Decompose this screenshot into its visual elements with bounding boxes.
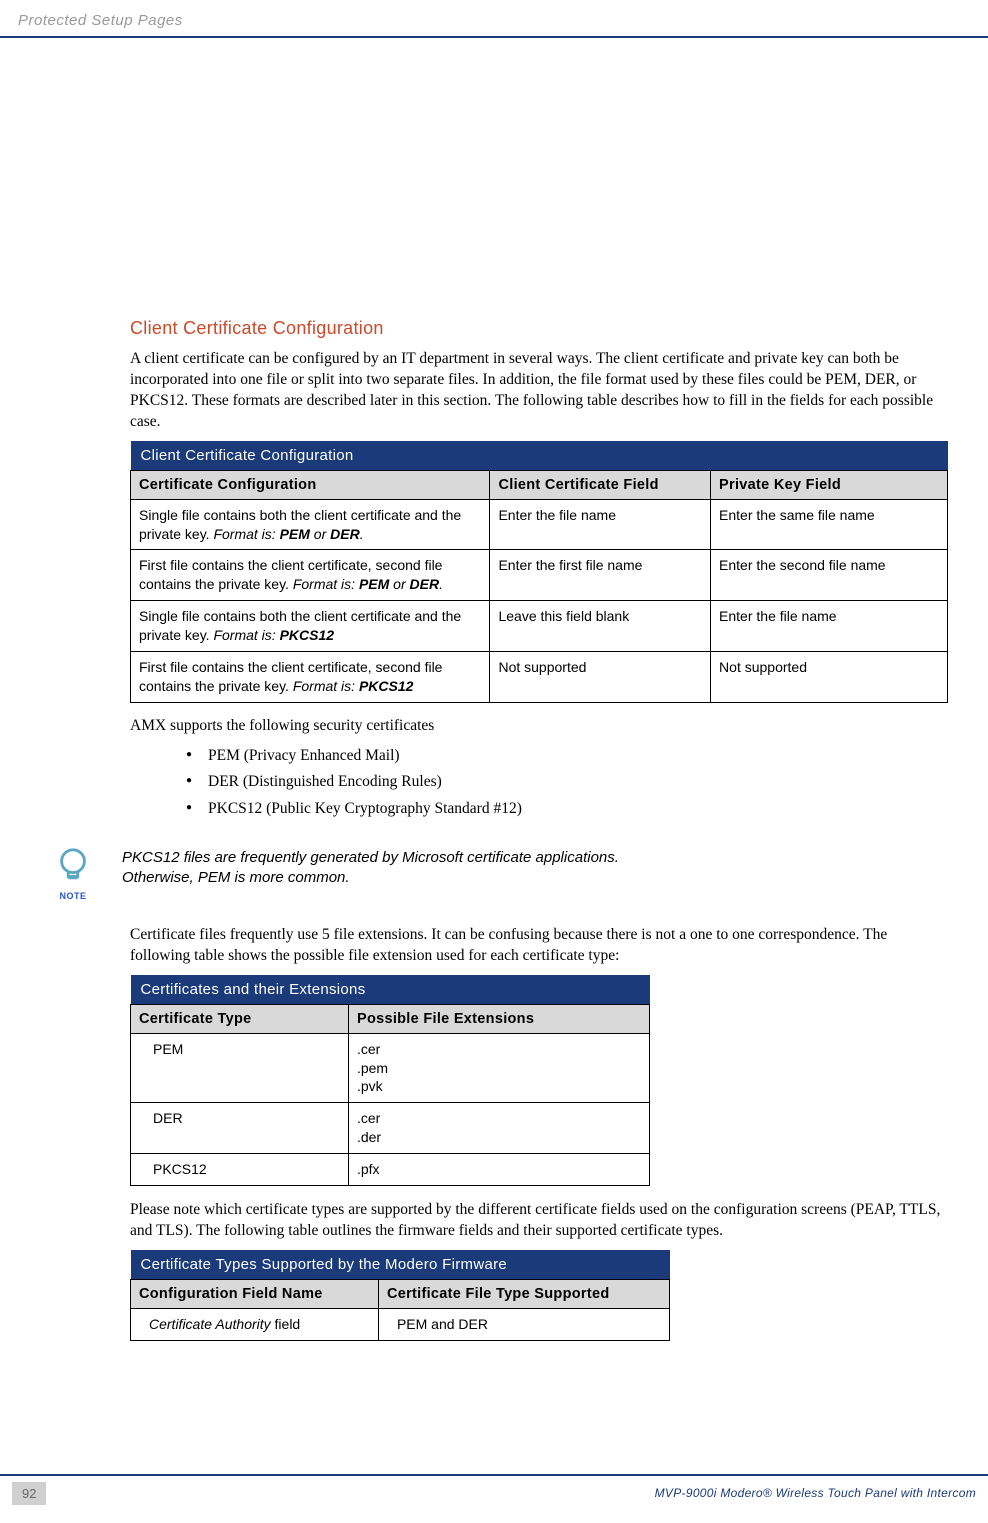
table2-header-0: Certificate Type xyxy=(131,1004,349,1033)
table1-r1c2: Enter the second file name xyxy=(711,550,948,601)
list-item: DER (Distinguished Encoding Rules) xyxy=(186,769,948,795)
header-title: Protected Setup Pages xyxy=(18,12,183,29)
cert-extensions-table: Certificates and their Extensions Certif… xyxy=(130,975,650,1186)
note-label: NOTE xyxy=(52,891,94,901)
table2-r1-type: DER xyxy=(131,1103,349,1154)
table1-r2c2: Enter the file name xyxy=(711,601,948,652)
table-row: Single file contains both the client cer… xyxy=(131,499,948,550)
page-number: 92 xyxy=(12,1482,46,1505)
table2-r2-type: PKCS12 xyxy=(131,1154,349,1186)
list-item: PEM (Privacy Enhanced Mail) xyxy=(186,743,948,769)
product-name: MVP-9000i Modero® Wireless Touch Panel w… xyxy=(655,1476,976,1505)
table3-r0-type: PEM and DER xyxy=(378,1308,669,1340)
table1-r2c0: Single file contains both the client cer… xyxy=(131,601,490,652)
table1-r0c0: Single file contains both the client cer… xyxy=(131,499,490,550)
table1-r0c1: Enter the file name xyxy=(490,499,711,550)
table3-caption: Certificate Types Supported by the Moder… xyxy=(131,1250,670,1280)
ext-intro: Certificate files frequently use 5 file … xyxy=(130,925,948,967)
lightbulb-icon xyxy=(54,846,92,884)
note-icon-wrap: NOTE xyxy=(52,846,94,901)
table1-header-0: Certificate Configuration xyxy=(131,470,490,499)
section-title: Client Certificate Configuration xyxy=(130,318,948,339)
firmware-cert-types-table: Certificate Types Supported by the Moder… xyxy=(130,1250,670,1341)
table1-r3c0: First file contains the client certifica… xyxy=(131,652,490,703)
table-row: PEM .cer .pem .pvk xyxy=(131,1033,650,1103)
list-item: PKCS12 (Public Key Cryptography Standard… xyxy=(186,796,948,822)
page-content: Client Certificate Configuration A clien… xyxy=(0,38,988,1341)
table2-r2-ext: .pfx xyxy=(348,1154,649,1186)
table2-r0-type: PEM xyxy=(131,1033,349,1103)
table1-header-2: Private Key Field xyxy=(711,470,948,499)
note-block: NOTE PKCS12 files are frequently generat… xyxy=(52,846,948,901)
table1-r3c1: Not supported xyxy=(490,652,711,703)
client-cert-config-table: Client Certificate Configuration Certifi… xyxy=(130,441,948,703)
table3-r0-name: Certificate Authority field xyxy=(131,1308,379,1340)
table2-header-1: Possible File Extensions xyxy=(348,1004,649,1033)
note-text: PKCS12 files are frequently generated by… xyxy=(122,846,619,889)
fw-intro: Please note which certificate types are … xyxy=(130,1200,948,1242)
table1-r1c0: First file contains the client certifica… xyxy=(131,550,490,601)
table1-caption: Client Certificate Configuration xyxy=(131,441,948,471)
table2-r1-ext: .cer .der xyxy=(348,1103,649,1154)
table1-header-1: Client Certificate Field xyxy=(490,470,711,499)
page-header: Protected Setup Pages xyxy=(0,0,988,38)
table-row: DER .cer .der xyxy=(131,1103,650,1154)
table-row: Single file contains both the client cer… xyxy=(131,601,948,652)
table1-r0c2: Enter the same file name xyxy=(711,499,948,550)
table3-header-0: Configuration Field Name xyxy=(131,1279,379,1308)
cert-intro: AMX supports the following security cert… xyxy=(130,717,948,735)
section-intro: A client certificate can be configured b… xyxy=(130,349,948,433)
page-footer: 92 MVP-9000i Modero® Wireless Touch Pane… xyxy=(0,1474,988,1505)
table2-caption: Certificates and their Extensions xyxy=(131,975,650,1005)
table-row: First file contains the client certifica… xyxy=(131,550,948,601)
table-row: First file contains the client certifica… xyxy=(131,652,948,703)
table-row: Certificate Authority field PEM and DER xyxy=(131,1308,670,1340)
cert-list: PEM (Privacy Enhanced Mail) DER (Disting… xyxy=(130,743,948,822)
table1-r1c1: Enter the first file name xyxy=(490,550,711,601)
table1-r2c1: Leave this field blank xyxy=(490,601,711,652)
table-row: PKCS12 .pfx xyxy=(131,1154,650,1186)
table1-r3c2: Not supported xyxy=(711,652,948,703)
table2-r0-ext: .cer .pem .pvk xyxy=(348,1033,649,1103)
table3-header-1: Certificate File Type Supported xyxy=(378,1279,669,1308)
